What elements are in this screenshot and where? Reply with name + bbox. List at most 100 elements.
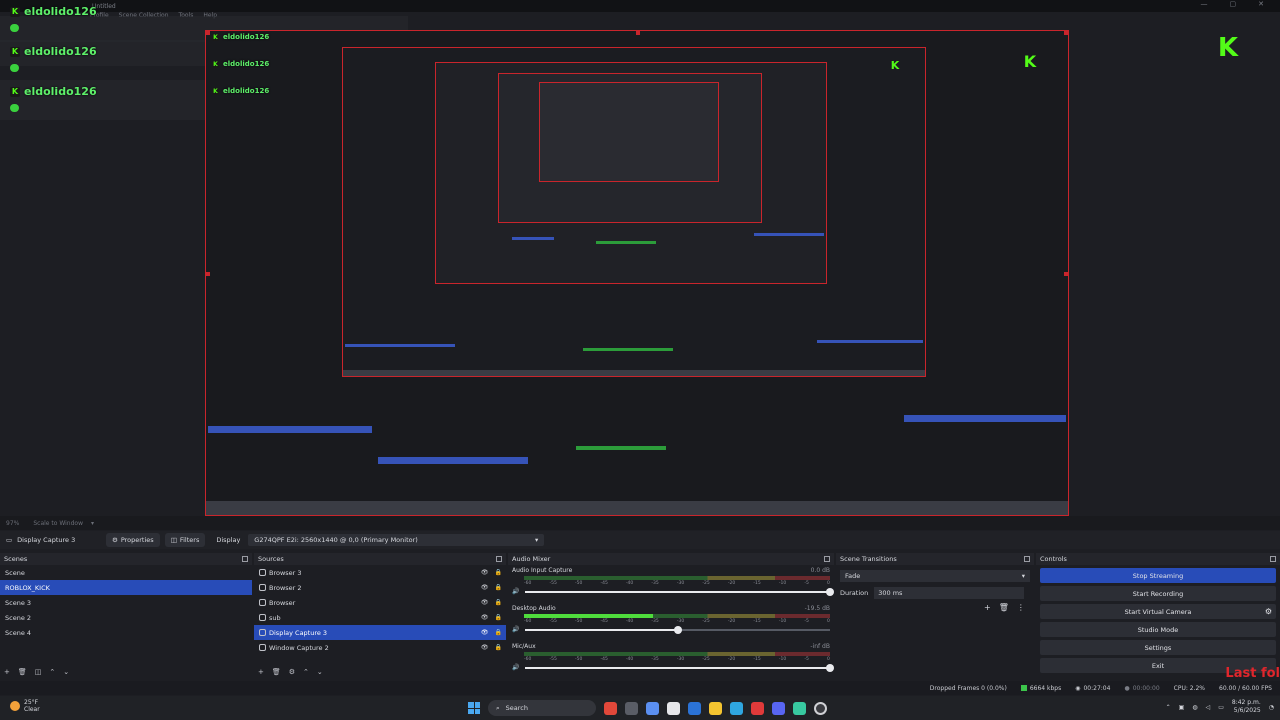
resize-handle[interactable] [636,31,640,35]
properties-button[interactable]: ⚙ Properties [106,533,160,547]
resize-handle[interactable] [206,272,210,276]
display-select[interactable]: G274QPF E2i: 2560x1440 @ 0,0 (Primary Mo… [248,534,545,546]
network-icon[interactable]: ◍ [1192,704,1197,711]
undock-icon[interactable] [1270,556,1276,562]
meter-tick-label: -60 [524,581,532,586]
source-item[interactable]: Browser 2 👁 🔒 [254,580,506,595]
add-icon[interactable]: + [258,668,264,676]
source-item[interactable]: Browser 👁 🔒 [254,595,506,610]
volume-slider-knob[interactable] [673,625,682,634]
lock-icon[interactable]: 🔒 [495,584,502,591]
resize-handle[interactable] [1064,31,1068,35]
eye-icon[interactable]: 👁 [481,629,489,636]
gear-icon[interactable]: ⚙ [1265,607,1272,616]
settings-button[interactable]: Settings [1040,640,1276,655]
eye-icon[interactable]: 👁 [481,569,489,576]
chevron-up-icon[interactable]: ⌃ [1166,704,1171,711]
eye-icon[interactable]: 👁 [481,599,489,606]
stream-time-value: 00:27:04 [1083,684,1111,692]
gear-icon[interactable]: ⚙ [289,668,295,676]
store-icon[interactable] [667,701,680,715]
scale-select[interactable]: Scale to Window [33,520,83,527]
arrow-up-icon[interactable]: ⌃ [303,668,309,676]
eye-icon[interactable]: 👁 [481,644,489,651]
obs-icon[interactable] [814,701,827,715]
preview-area[interactable]: K eldolido126 K eldolido126 K eldolido12… [0,5,1280,516]
file-explorer-icon[interactable] [709,701,722,715]
lock-icon[interactable]: 🔒 [495,599,502,606]
scene-item[interactable]: Scene [0,565,252,580]
app-icon[interactable] [604,701,617,715]
scene-item[interactable]: Scene 2 [0,610,252,625]
close-button[interactable]: ✕ [1258,0,1264,8]
trash-icon[interactable]: 🗑 [18,668,27,676]
start-virtual-camera-button[interactable]: Start Virtual Camera ⚙ [1040,604,1276,619]
opera-icon[interactable] [751,701,764,715]
outlook-icon[interactable] [688,701,701,715]
notification-icon[interactable]: ◔ [1269,704,1274,711]
tray-app-icon[interactable]: ▣ [1179,704,1185,711]
eye-icon[interactable]: 👁 [481,584,489,591]
lock-icon[interactable]: 🔒 [495,629,502,636]
volume-slider-knob[interactable] [826,663,834,672]
source-item[interactable]: Browser 3 👁 🔒 [254,565,506,580]
search-icon: ⌕ [496,703,500,712]
volume-slider-knob[interactable] [826,587,834,596]
windows-start-icon[interactable] [468,702,480,714]
lock-icon[interactable]: 🔒 [495,614,502,621]
undock-icon[interactable] [824,556,830,562]
stop-streaming-button[interactable]: Stop Streaming [1040,568,1276,583]
speaker-icon[interactable]: 🔊 [512,664,519,671]
start-recording-button[interactable]: Start Recording [1040,586,1276,601]
controls-title: Controls [1040,555,1067,563]
add-icon[interactable]: + [4,668,10,676]
eye-icon[interactable]: 👁 [481,614,489,621]
duration-input[interactable]: 300 ms [874,587,1025,599]
task-view-icon[interactable] [625,701,638,715]
meter-tick-label: -30 [676,619,685,624]
resize-handle[interactable] [206,31,210,35]
source-item[interactable]: Display Capture 3 👁 🔒 [254,625,506,640]
trash-icon[interactable]: 🗑 [999,603,1009,612]
filter-icon[interactable]: ◫ [35,668,42,676]
clock[interactable]: 8:42 p.m. 5/6/2025 [1232,699,1261,715]
arrow-down-icon[interactable]: ⌄ [317,668,323,676]
scene-item[interactable]: Scene 3 [0,595,252,610]
resize-handle[interactable] [1064,272,1068,276]
speaker-icon[interactable]: 🔊 [512,588,519,595]
meter-tick-label: -5 [804,581,809,586]
speaker-icon[interactable]: 🔊 [512,626,519,633]
arrow-down-icon[interactable]: ⌄ [63,668,69,676]
edge-icon[interactable] [730,701,743,715]
add-icon[interactable]: + [984,603,991,612]
taskbar-search[interactable]: ⌕ Search [488,700,596,716]
scene-item[interactable]: ROBLOX_KICK [0,580,252,595]
undock-icon[interactable] [1024,556,1030,562]
more-icon[interactable]: ⋮ [1017,603,1025,612]
source-item[interactable]: Window Capture 2 👁 🔒 [254,640,506,655]
undock-icon[interactable] [242,556,248,562]
studio-mode-button[interactable]: Studio Mode [1040,622,1276,637]
arrow-up-icon[interactable]: ⌃ [49,668,55,676]
discord-icon[interactable] [772,701,785,715]
preview-canvas[interactable]: K eldolido126 K eldolido126 K eldolido12… [205,30,1069,516]
copilot-icon[interactable] [646,701,659,715]
volume-slider[interactable] [525,663,834,672]
transition-select[interactable]: Fade ▾ [840,570,1030,582]
source-item[interactable]: sub 👁 🔒 [254,610,506,625]
volume-slider[interactable] [525,625,830,634]
minimize-button[interactable]: — [1201,0,1208,8]
weather-widget[interactable]: 25°F Clear [10,699,40,713]
volume-slider[interactable] [525,587,834,596]
volume-icon[interactable]: ◁ [1206,704,1211,711]
scene-item[interactable]: Scene 4 [0,625,252,640]
trash-icon[interactable]: 🗑 [272,668,281,676]
filters-button[interactable]: ◫ Filters [164,533,206,547]
maximize-button[interactable]: ▢ [1230,0,1237,8]
lock-icon[interactable]: 🔒 [495,644,502,651]
capcut-icon[interactable] [793,701,806,715]
chevron-down-icon[interactable]: ▾ [91,520,94,527]
undock-icon[interactable] [496,556,502,562]
lock-icon[interactable]: 🔒 [495,569,502,576]
battery-icon[interactable]: ▭ [1218,704,1224,711]
